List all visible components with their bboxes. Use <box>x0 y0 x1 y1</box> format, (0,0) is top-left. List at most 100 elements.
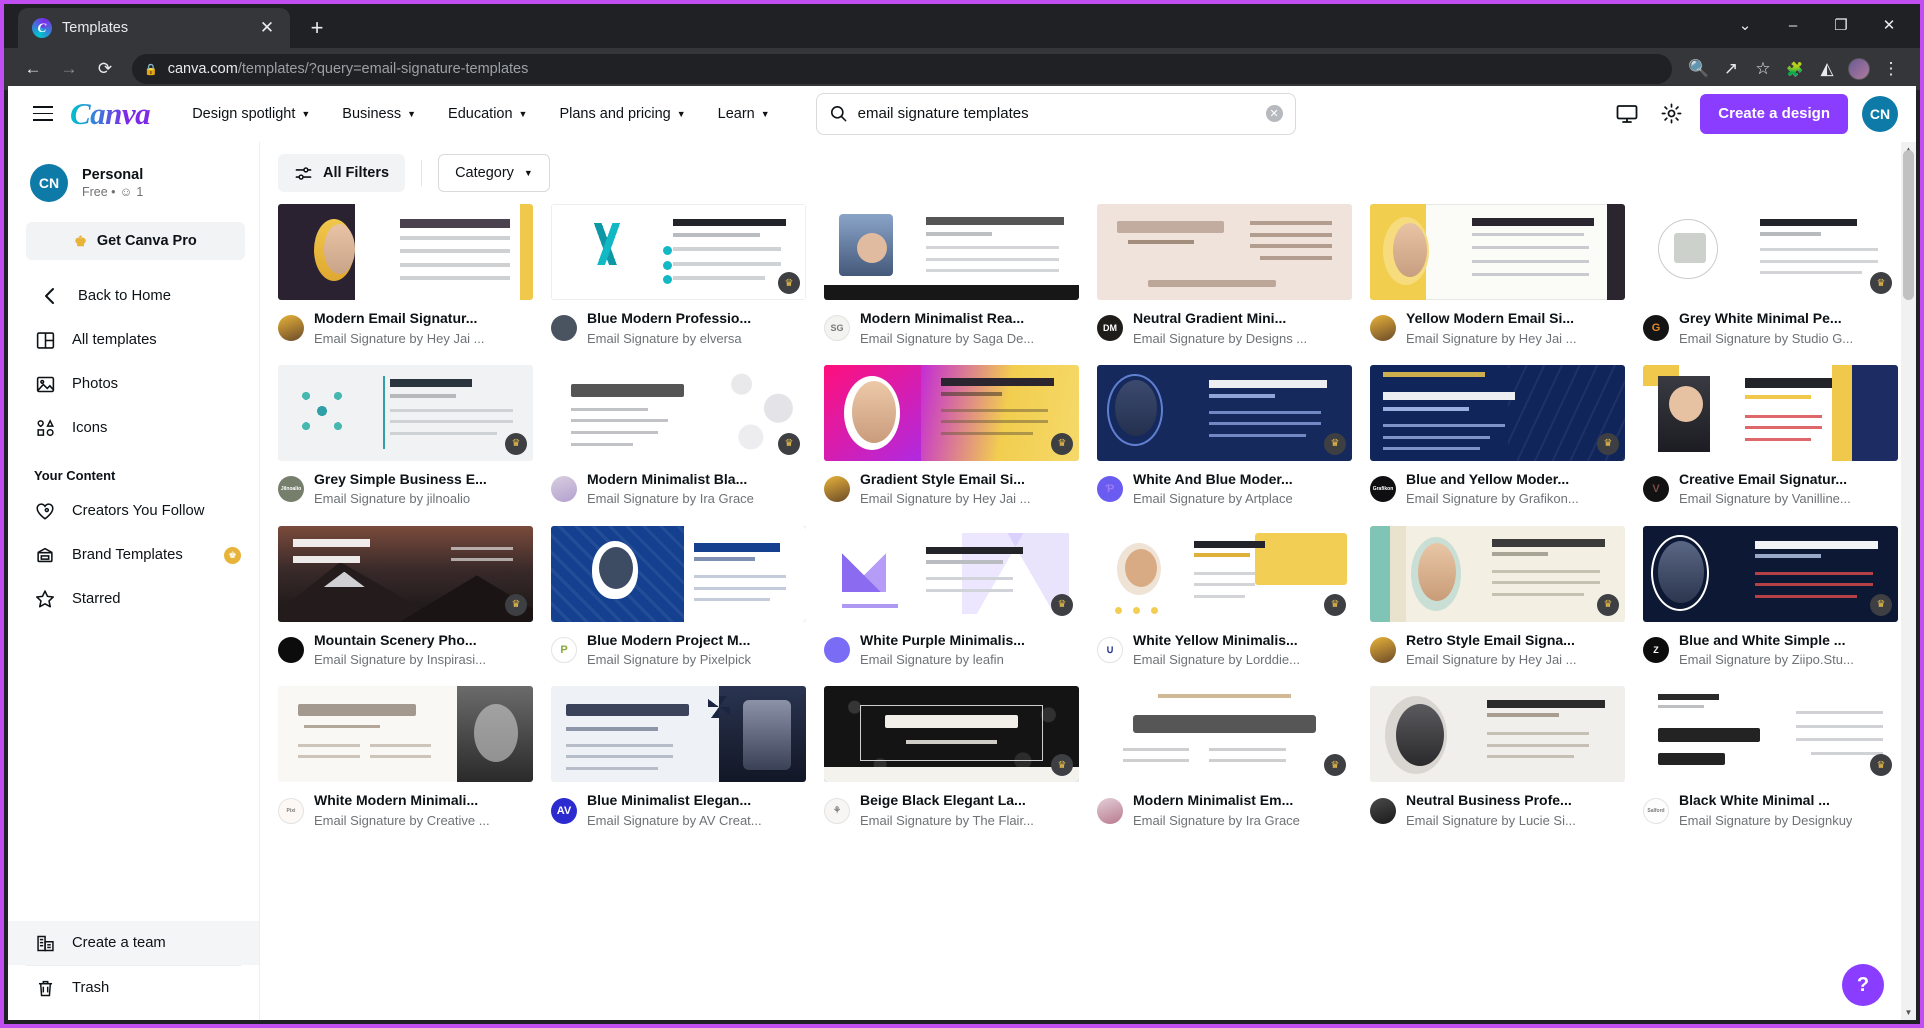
template-card[interactable]: Neutral Business Profe...Email Signature… <box>1370 686 1625 847</box>
template-title[interactable]: White And Blue Moder... <box>1133 471 1293 489</box>
template-author[interactable]: Email Signature by Studio G... <box>1679 331 1853 347</box>
template-title[interactable]: Beige Black Elegant La... <box>860 792 1034 810</box>
window-close-icon[interactable]: ✕ <box>1866 6 1912 44</box>
author-avatar[interactable] <box>1097 798 1123 824</box>
template-title[interactable]: Blue Minimalist Elegan... <box>587 792 762 810</box>
template-card[interactable]: ♛Retro Style Email Signa...Email Signatu… <box>1370 526 1625 687</box>
author-avatar[interactable] <box>824 637 850 663</box>
template-author[interactable]: Email Signature by Designs ... <box>1133 331 1307 347</box>
template-thumbnail[interactable] <box>1370 204 1625 300</box>
template-author[interactable]: Email Signature by Creative ... <box>314 813 490 829</box>
maximize-icon[interactable]: ❐ <box>1818 6 1864 44</box>
template-card[interactable]: ♛Mountain Scenery Pho...Email Signature … <box>278 526 533 687</box>
author-avatar[interactable]: Z <box>1643 637 1669 663</box>
template-thumbnail[interactable] <box>1370 686 1625 782</box>
template-card[interactable]: ♛Blue Modern Professio...Email Signature… <box>551 204 806 365</box>
side-panel-icon[interactable]: ◭ <box>1812 54 1842 84</box>
template-thumbnail[interactable]: ♛ <box>1643 526 1898 622</box>
template-thumbnail[interactable]: ♛ <box>278 365 533 461</box>
template-author[interactable]: Email Signature by Vanilline... <box>1679 491 1851 507</box>
author-avatar[interactable]: P <box>551 637 577 663</box>
author-avatar[interactable] <box>278 637 304 663</box>
author-avatar[interactable]: Ƥ <box>1097 476 1123 502</box>
author-avatar[interactable] <box>1370 798 1396 824</box>
template-author[interactable]: Email Signature by Hey Jai ... <box>860 491 1031 507</box>
template-title[interactable]: Mountain Scenery Pho... <box>314 632 486 650</box>
template-author[interactable]: Email Signature by The Flair... <box>860 813 1034 829</box>
browser-menu-icon[interactable]: ⋮ <box>1876 54 1906 84</box>
author-avatar[interactable]: ∪ <box>1097 637 1123 663</box>
author-avatar[interactable] <box>551 315 577 341</box>
template-title[interactable]: White Modern Minimali... <box>314 792 490 810</box>
author-avatar[interactable]: DM <box>1097 315 1123 341</box>
template-author[interactable]: Email Signature by Artplace <box>1133 491 1293 507</box>
vertical-scrollbar[interactable]: ▲ ▼ <box>1901 142 1916 1020</box>
sidebar-item-create-a-team[interactable]: Create a team <box>8 921 259 965</box>
search-box[interactable]: ✕ <box>816 93 1296 135</box>
template-thumbnail[interactable]: ♛ <box>551 204 806 300</box>
search-input[interactable] <box>858 105 1256 122</box>
author-avatar[interactable]: Pixi <box>278 798 304 824</box>
author-avatar[interactable] <box>551 476 577 502</box>
template-title[interactable]: Blue Modern Project M... <box>587 632 751 650</box>
template-title[interactable]: Modern Email Signatur... <box>314 310 485 328</box>
chevron-down-icon[interactable]: ⌄ <box>1722 6 1768 44</box>
template-author[interactable]: Email Signature by Inspirasi... <box>314 652 486 668</box>
template-author[interactable]: Email Signature by Ziipo.Stu... <box>1679 652 1854 668</box>
author-avatar[interactable]: ⚘ <box>824 798 850 824</box>
nav-plans-and-pricing[interactable]: Plans and pricing ▼ <box>543 106 701 122</box>
sidebar-item-brand-templates[interactable]: Brand Templates ♚ <box>8 533 259 577</box>
user-avatar[interactable]: CN <box>1862 96 1898 132</box>
template-thumbnail[interactable]: ♛ <box>1097 686 1352 782</box>
search-icon[interactable]: 🔍 <box>1684 54 1714 84</box>
sidebar-item-photos[interactable]: Photos <box>8 362 259 406</box>
new-tab-button[interactable]: + <box>300 11 334 45</box>
sidebar-item-all-templates[interactable]: All templates <box>8 318 259 362</box>
template-title[interactable]: White Yellow Minimalis... <box>1133 632 1300 650</box>
sidebar-item-starred[interactable]: Starred <box>8 577 259 621</box>
template-card[interactable]: ♛GrafikonBlue and Yellow Moder...Email S… <box>1370 365 1625 526</box>
nav-education[interactable]: Education ▼ <box>432 106 543 122</box>
author-avatar[interactable] <box>278 315 304 341</box>
canva-logo[interactable]: Canva <box>70 96 150 132</box>
template-card[interactable]: ♛⚘Beige Black Elegant La...Email Signatu… <box>824 686 1079 847</box>
template-author[interactable]: Email Signature by jilnoalio <box>314 491 487 507</box>
author-avatar[interactable]: Salford <box>1643 798 1669 824</box>
author-avatar[interactable]: SG <box>824 315 850 341</box>
template-card[interactable]: ♛ G Grey White Minimal Pe... Email Signatur… <box>1643 204 1898 365</box>
template-author[interactable]: Email Signature by AV Creat... <box>587 813 762 829</box>
template-thumbnail[interactable]: ♛ <box>1370 365 1625 461</box>
template-thumbnail[interactable]: ♛ <box>1097 526 1352 622</box>
share-icon[interactable]: ↗ <box>1716 54 1746 84</box>
nav-learn[interactable]: Learn ▼ <box>702 106 786 122</box>
account-block[interactable]: CN Personal Free • ☺ 1 <box>8 142 259 202</box>
author-avatar[interactable]: Grafikon <box>1370 476 1396 502</box>
template-card[interactable]: ♛Modern Minimalist Bla...Email Signature… <box>551 365 806 526</box>
display-icon[interactable] <box>1612 99 1642 129</box>
template-title[interactable]: Grey Simple Business E... <box>314 471 487 489</box>
template-thumbnail[interactable] <box>551 526 806 622</box>
template-author[interactable]: Email Signature by elversa <box>587 331 751 347</box>
template-author[interactable]: Email Signature by Lucie Si... <box>1406 813 1576 829</box>
nav-business[interactable]: Business ▼ <box>326 106 432 122</box>
template-thumbnail[interactable]: ♛ <box>1643 686 1898 782</box>
sidebar-item-back-to-home[interactable]: Back to Home <box>8 274 259 318</box>
help-button[interactable]: ? <box>1842 964 1884 1006</box>
template-title[interactable]: Yellow Modern Email Si... <box>1406 310 1577 328</box>
template-author[interactable]: Email Signature by Pixelpick <box>587 652 751 668</box>
template-title[interactable]: Grey White Minimal Pe... <box>1679 310 1853 328</box>
template-author[interactable]: Email Signature by Hey Jai ... <box>1406 331 1577 347</box>
template-card[interactable]: P Blue Modern Project M... Email Signature… <box>551 526 806 687</box>
template-thumbnail[interactable]: ♛ <box>1643 204 1898 300</box>
back-icon[interactable]: ← <box>18 54 48 84</box>
template-title[interactable]: Modern Minimalist Em... <box>1133 792 1300 810</box>
author-avatar[interactable] <box>1370 315 1396 341</box>
template-card[interactable]: ♛SalfordBlack White Minimal ...Email Sig… <box>1643 686 1898 847</box>
template-author[interactable]: Email Signature by Ira Grace <box>587 491 754 507</box>
nav-design-spotlight[interactable]: Design spotlight ▼ <box>176 106 326 122</box>
template-title[interactable]: Retro Style Email Signa... <box>1406 632 1577 650</box>
template-title[interactable]: Modern Minimalist Rea... <box>860 310 1034 328</box>
author-avatar[interactable]: G <box>1643 315 1669 341</box>
reload-icon[interactable]: ⟳ <box>90 54 120 84</box>
author-avatar[interactable]: V <box>1643 476 1669 502</box>
